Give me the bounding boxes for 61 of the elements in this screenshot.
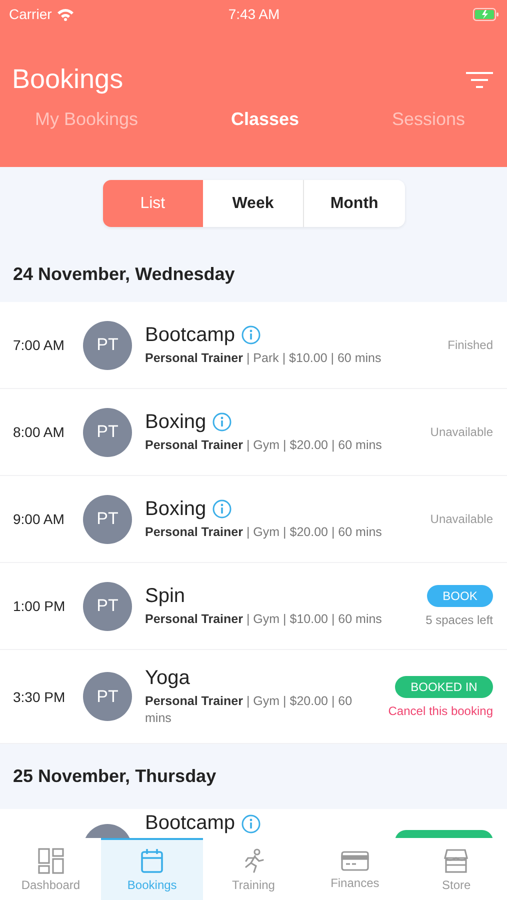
dashboard-icon xyxy=(38,848,64,874)
tab-bar-label: Bookings xyxy=(127,878,177,892)
class-time: 8:00 AM xyxy=(13,424,66,440)
class-row[interactable]: 8:00 AM PT Boxing Personal Trainer | Gym | $20.00 | 60 mins Unavailable xyxy=(0,389,507,476)
tab-bar-item[interactable]: Bookings xyxy=(101,838,203,900)
class-row[interactable]: 9:00 AM PT Boxing Personal Trainer | Gym | $20.00 | 60 mins Unavailable xyxy=(0,476,507,563)
filter-icon[interactable] xyxy=(466,72,493,88)
tab-bar-label: Finances xyxy=(330,876,380,890)
class-name: Spin xyxy=(145,584,186,608)
category-tab[interactable]: Sessions xyxy=(392,109,465,130)
view-option[interactable]: Month xyxy=(303,180,404,227)
battery-charging-icon xyxy=(473,8,499,20)
store-icon xyxy=(442,848,470,874)
view-option[interactable]: Week xyxy=(202,180,304,227)
class-row[interactable]: 1:00 PM PT Spin Personal Trainer | Gym | $10.00 | 60 mins BOOK 5 spaces left xyxy=(0,563,507,650)
tab-bar-label: Store xyxy=(442,878,471,892)
class-details: Personal Trainer | Park | $10.00 | 60 mins xyxy=(145,350,382,366)
calendar-icon xyxy=(140,848,164,874)
class-name: Yoga xyxy=(145,666,190,690)
info-icon[interactable] xyxy=(212,412,232,432)
trainer-avatar: PT xyxy=(83,672,132,721)
class-time: 3:30 PM xyxy=(13,688,66,704)
date-heading: 24 November, Wednesday xyxy=(12,263,236,286)
date-heading: 25 November, Thursday xyxy=(12,765,218,788)
class-status: Unavailable xyxy=(430,512,493,526)
clock-time: 7:43 AM xyxy=(228,6,280,22)
class-details: Personal Trainer | Gym | $10.00 | 60 mins xyxy=(145,610,383,628)
category-tab[interactable]: My Bookings xyxy=(35,109,138,130)
booked-badge: BOOKED IN xyxy=(395,676,493,698)
class-details: Personal Trainer | Gym | $20.00 | 60 mins xyxy=(145,692,354,726)
class-status: Finished xyxy=(448,338,493,352)
carrier-name: Carrier xyxy=(9,6,52,22)
tab-bar-label: Training xyxy=(232,878,275,892)
info-icon[interactable] xyxy=(241,325,262,345)
class-name: Boxing xyxy=(145,498,206,520)
info-icon[interactable] xyxy=(241,814,262,834)
cancel-booking-link[interactable]: Cancel this booking xyxy=(388,704,493,718)
class-details: Personal Trainer | Gym | $20.00 | 60 mins xyxy=(145,524,383,540)
info-icon[interactable] xyxy=(212,499,232,519)
class-name: Boxing xyxy=(145,410,206,434)
book-button[interactable]: BOOK xyxy=(427,585,493,607)
class-row[interactable]: 7:00 AM PT Bootcamp Personal Trainer | Park | $10.00 | 60 mins Finished xyxy=(0,302,507,389)
card-icon xyxy=(340,850,369,872)
page-title: Bookings xyxy=(12,64,124,95)
class-status: Unavailable xyxy=(430,425,493,439)
tab-bar-label: Dashboard xyxy=(21,878,80,892)
class-name: Bootcamp xyxy=(145,324,236,346)
trainer-avatar: PT xyxy=(83,320,132,370)
class-time: 7:00 AM xyxy=(13,337,66,353)
spaces-left: 5 spaces left xyxy=(426,613,493,627)
class-details: Personal Trainer | Gym | $20.00 | 60 mins xyxy=(145,436,383,454)
trainer-avatar: PT xyxy=(83,582,132,630)
trainer-avatar: PT xyxy=(83,494,132,544)
trainer-avatar: PT xyxy=(83,408,132,456)
class-row[interactable]: 3:30 PM PT Yoga Personal Trainer | Gym | $20.00 | 60 mins BOOKED IN Cancel this booking xyxy=(0,650,507,744)
category-tab[interactable]: Classes xyxy=(230,109,300,130)
wifi-icon xyxy=(56,8,74,20)
class-time: 9:00 AM xyxy=(13,511,66,527)
view-option[interactable]: List xyxy=(102,180,203,227)
class-time: 1:00 PM xyxy=(13,598,66,614)
class-name: Bootcamp xyxy=(145,812,236,835)
